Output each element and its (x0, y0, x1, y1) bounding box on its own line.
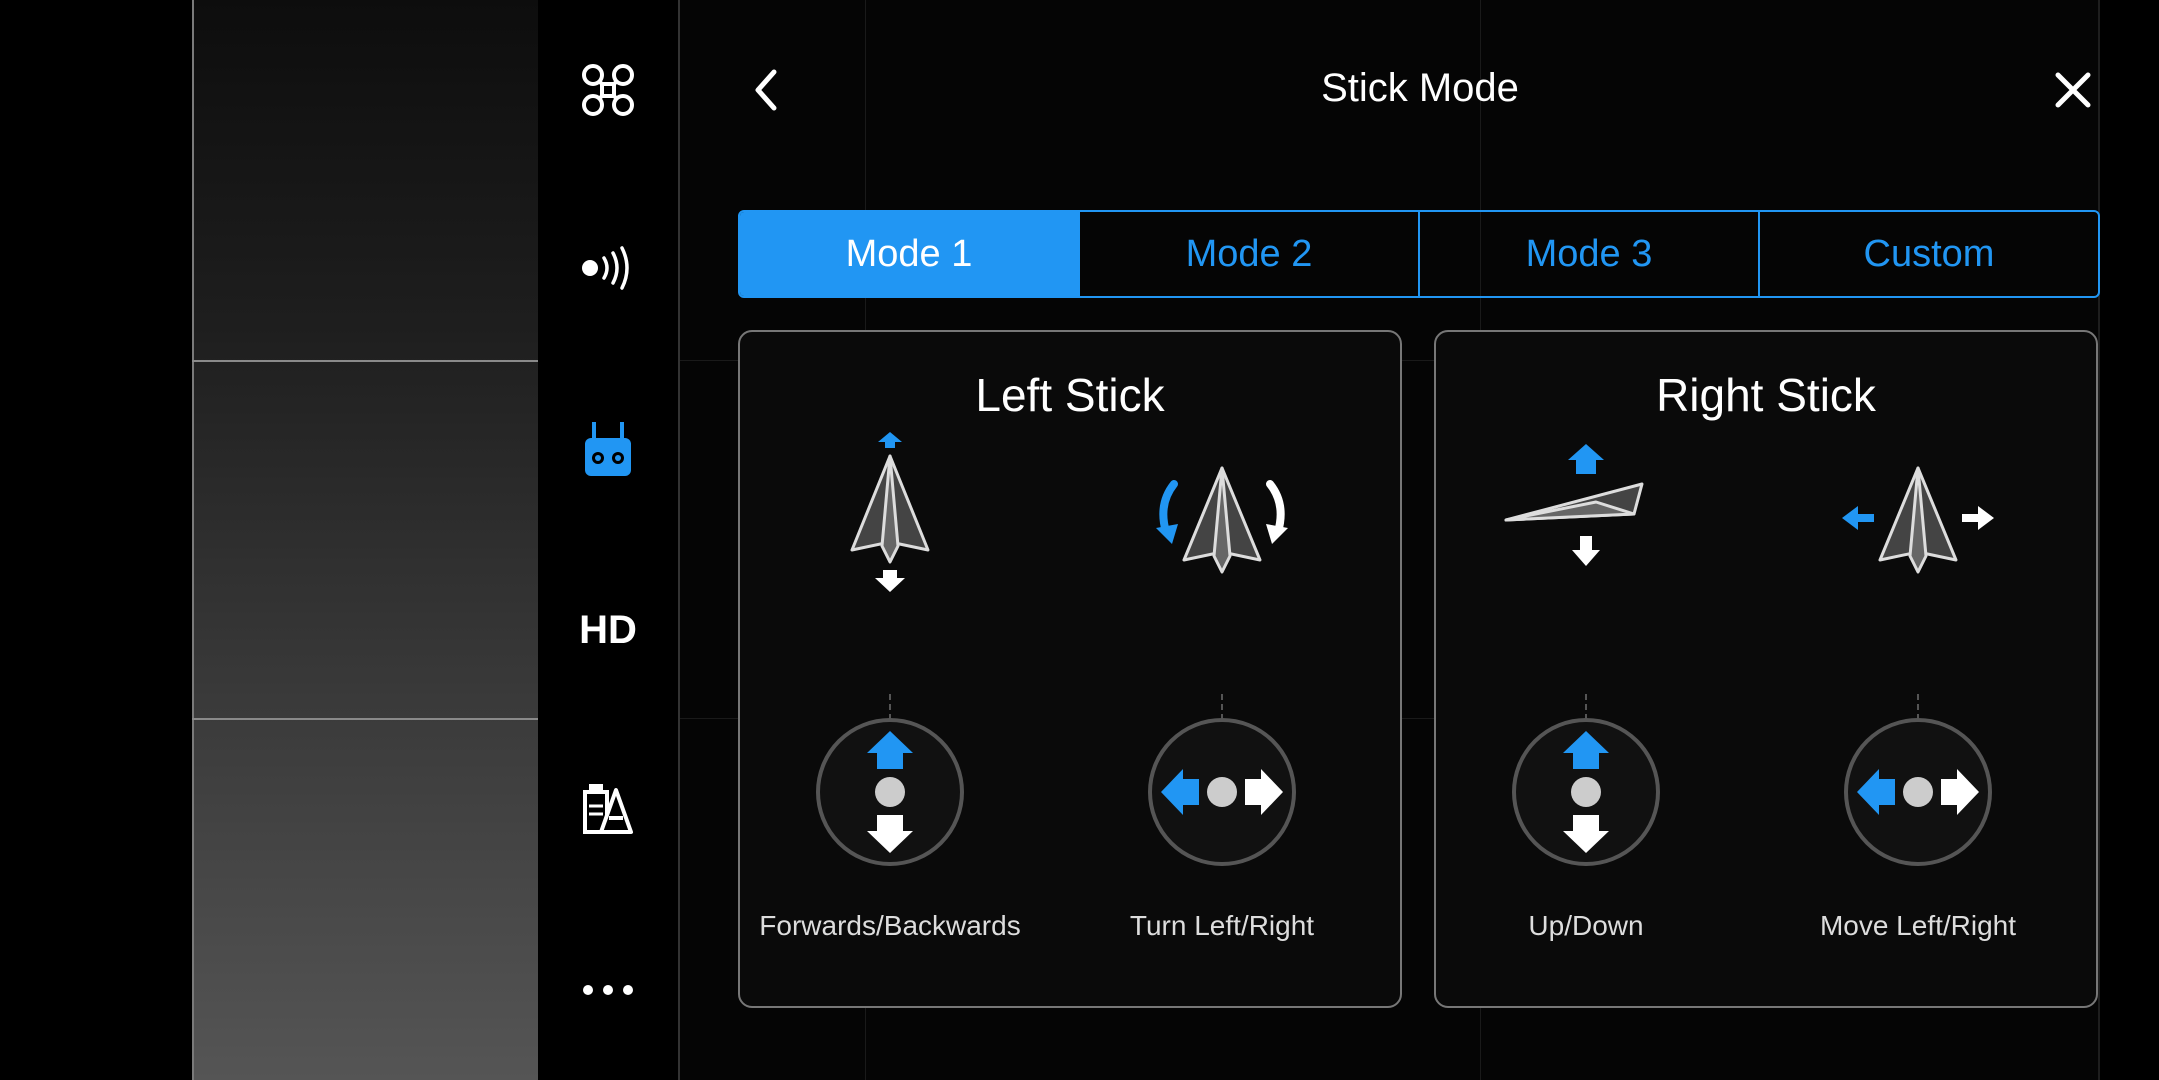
roll-plane-icon (1842, 466, 1994, 574)
camera-view-backdrop (192, 0, 538, 1080)
joystick-vertical-icon (1512, 718, 1660, 866)
up-down-control: Up/Down (1436, 432, 1736, 992)
aircraft-settings-button[interactable] (538, 40, 678, 140)
left-stick-card: Left Stick Forwards/Backwards Turn Left/… (738, 330, 1402, 1008)
remote-controller-settings-button[interactable] (538, 400, 678, 500)
settings-side-rail: HD (538, 0, 680, 1080)
app-root: HD Stick Mode Mode 1 Mode 2 Mode 3 Custo… (0, 0, 2159, 1080)
sensor-settings-button[interactable] (538, 218, 678, 318)
control-label: Up/Down (1528, 910, 1644, 941)
turn-left-right-control: Turn Left/Right (1072, 432, 1372, 992)
battery-settings-button[interactable] (538, 760, 678, 860)
joystick-horizontal-icon (1148, 718, 1296, 866)
video-transmission-settings-button[interactable]: HD (538, 580, 678, 680)
left-stick-title: Left Stick (975, 369, 1165, 421)
back-button[interactable] (730, 55, 800, 125)
panel-edge (2098, 0, 2100, 1080)
grid-line (192, 0, 194, 1080)
joystick-vertical-icon (816, 718, 964, 866)
close-button[interactable] (2035, 55, 2110, 125)
tab-custom[interactable]: Custom (1758, 212, 2098, 296)
joystick-horizontal-icon (1844, 718, 1992, 866)
tab-mode-1[interactable]: Mode 1 (740, 212, 1078, 296)
throttle-plane-icon (1504, 444, 1644, 566)
pitch-plane-icon (850, 432, 930, 592)
forwards-backwards-control: Forwards/Backwards (740, 432, 1040, 992)
chevron-left-icon (755, 69, 777, 111)
signal-icon (582, 246, 629, 290)
stick-mode-tabs: Mode 1 Mode 2 Mode 3 Custom (738, 210, 2100, 298)
move-left-right-control: Move Left/Right (1768, 432, 2068, 992)
yaw-plane-icon (1156, 466, 1288, 574)
page-title: Stick Mode (1321, 66, 1519, 110)
right-stick-card: Right Stick Up/Down Move Left/Right (1434, 330, 2098, 1008)
hd-icon: HD (579, 607, 637, 652)
battery-icon (583, 784, 633, 834)
right-stick-title: Right Stick (1656, 369, 1876, 421)
tab-mode-2[interactable]: Mode 2 (1078, 212, 1418, 296)
control-label: Move Left/Right (1819, 910, 2017, 941)
grid-line (192, 718, 538, 720)
close-icon (2055, 72, 2090, 108)
control-label: Turn Left/Right (1129, 910, 1315, 941)
drone-icon (582, 64, 634, 116)
remote-controller-icon (585, 422, 631, 476)
grid-line (192, 360, 538, 362)
control-label: Forwards/Backwards (759, 910, 1021, 941)
tab-mode-3[interactable]: Mode 3 (1418, 212, 1758, 296)
more-icon (583, 985, 633, 995)
more-settings-button[interactable] (538, 940, 678, 1040)
